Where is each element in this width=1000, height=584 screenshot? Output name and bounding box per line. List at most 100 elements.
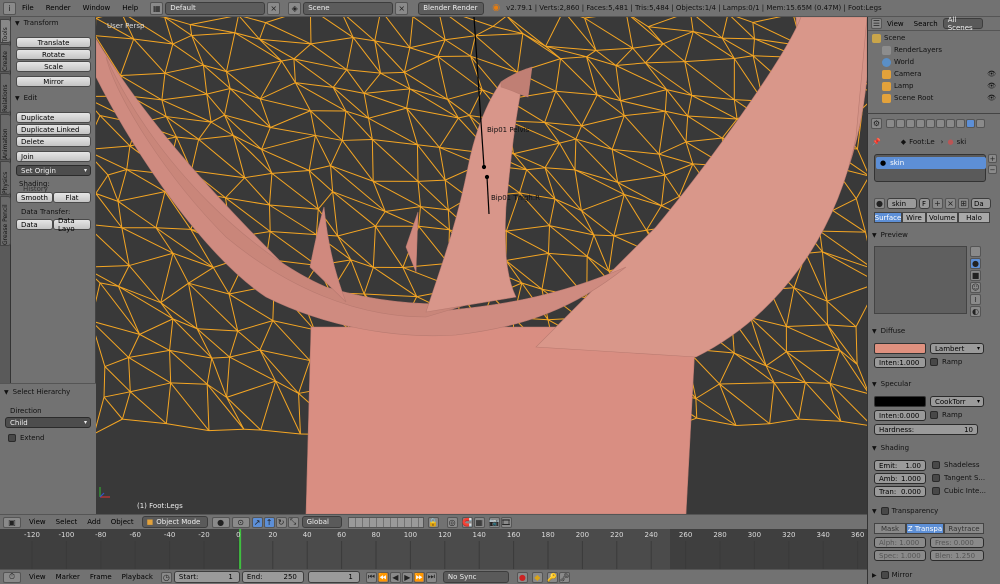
world-tab-icon[interactable] [916,118,925,128]
material-browse-icon[interactable]: ● [874,198,885,209]
diffuse-color-swatch[interactable] [874,343,926,354]
extend-checkbox[interactable] [8,434,16,442]
mirror-checkbox[interactable] [880,571,889,579]
menu-window[interactable]: Window [83,4,111,12]
sync-mode-select[interactable]: No Sync [442,571,509,583]
outliner-search-menu[interactable]: Search [914,20,938,28]
preview-panel-header[interactable]: ▼ Preview [868,229,1000,241]
mirror-panel-header[interactable]: ▶ Mirror [868,569,1000,581]
preview-monkey-icon[interactable]: ☺ [970,282,981,293]
modifiers-tab-icon[interactable] [946,118,955,128]
timeline-editor-icon[interactable]: ⏱ [3,571,21,583]
manipulator-toggle-icon[interactable]: ↗ [251,516,263,528]
outliner-view-menu[interactable]: View [887,20,904,28]
data-link-dropdown[interactable]: Da [971,198,991,209]
transparency-checkbox[interactable] [880,507,889,515]
render-layers-tab-icon[interactable] [896,118,905,128]
data-tab-icon[interactable] [956,118,965,128]
visibility-eye-icon[interactable]: 👁 [987,82,996,90]
play-reverse-icon[interactable]: ◀ [389,571,401,583]
tangent-shading-checkbox[interactable] [932,474,940,482]
jump-start-icon[interactable]: ⏮ [365,571,377,583]
render-preview-icon[interactable]: ◎ [446,516,458,528]
visibility-eye-icon[interactable]: 👁 [987,70,996,78]
fresnel-field[interactable]: Fres: 0.000 [930,537,984,548]
tab-halo[interactable]: Halo [958,212,990,223]
screen-layout-field[interactable]: Default [165,1,266,15]
close-scene-icon[interactable]: × [395,1,409,15]
material-name-field[interactable]: skin [887,198,917,209]
diffuse-ramp-checkbox[interactable] [930,358,938,366]
record-icon[interactable]: ● [516,571,528,583]
scale-button[interactable]: Scale [16,61,91,72]
set-origin-dropdown[interactable]: Set Origin ▾ [16,165,91,176]
specular-intensity-field[interactable]: Inten:0.000 [874,410,926,421]
rotate-button[interactable]: Rotate [16,49,91,60]
outliner-item-world[interactable]: World [882,56,1000,68]
preview-hair-icon[interactable]: ≀ [970,294,981,305]
tab-grease-pencil[interactable]: Grease Pencil [0,196,11,246]
hardness-field[interactable]: Hardness: 10 [874,424,978,435]
pin-icon[interactable]: 📌 [872,138,881,146]
keying-set-icon[interactable]: ◆ [531,571,543,583]
remove-slot-icon[interactable]: − [988,165,997,174]
snap-element-icon[interactable]: ▦ [473,516,485,528]
snap-toggle-icon[interactable]: 🧲 [461,516,473,528]
preview-cube-icon[interactable]: ■ [970,270,981,281]
timeline-frame-menu[interactable]: Frame [90,573,112,581]
transparency-ztransp-tab[interactable]: Z Transpa [906,523,944,534]
viewport-select-menu[interactable]: Select [56,518,78,526]
opengl-render-icon[interactable]: 📷 [488,516,500,528]
prev-keyframe-icon[interactable]: ⏪ [377,571,389,583]
material-slot-skin[interactable]: ● skin [876,157,986,169]
specular-panel-header[interactable]: ▼ Specular [868,378,1000,390]
rotate-manipulator-icon[interactable]: ↻ [275,516,287,528]
lock-layers-icon[interactable]: 🔒 [427,516,439,528]
tab-animation[interactable]: Animation [0,114,11,160]
new-material-icon[interactable]: + [932,198,943,209]
diffuse-panel-header[interactable]: ▼ Diffuse [868,325,1000,337]
unlink-material-icon[interactable]: × [945,198,956,209]
pivot-point-icon[interactable]: ⊙ [231,516,250,528]
scene-icon[interactable]: ◈ [288,1,302,15]
data-layout-button[interactable]: Data Layo [53,217,91,233]
outliner-item-camera[interactable]: Camera 👁 [882,68,1000,80]
duplicate-linked-button[interactable]: Duplicate Linked [16,124,91,135]
transparency-panel-header[interactable]: ▼ Transparency [868,505,1000,517]
translucency-field[interactable]: Tran: 0.000 [874,486,926,497]
specular-shader-dropdown[interactable]: CookTorr ▾ [930,396,984,407]
constraints-tab-icon[interactable] [936,118,945,128]
duplicate-button[interactable]: Duplicate [16,112,91,123]
alpha-field[interactable]: Alph: 1.000 [874,537,926,548]
viewport-view-menu[interactable]: View [29,518,46,526]
insert-keyframe-icon[interactable]: 🔑 [546,571,558,583]
outliner-item-lamp[interactable]: Lamp 👁 [882,80,1000,92]
ambient-field[interactable]: Amb: 1.000 [874,473,926,484]
outliner-editor-icon[interactable]: ☰ [871,18,882,29]
scale-manipulator-icon[interactable]: ⤡ [287,516,299,528]
layers-grid-icon[interactable] [347,516,424,528]
outliner-item-renderlayers[interactable]: RenderLayers [882,44,1000,56]
emit-field[interactable]: Emit: 1.00 [874,460,926,471]
fake-user-button[interactable]: F [919,198,930,209]
close-screen-icon[interactable]: × [267,1,281,15]
delete-button[interactable]: Delete [16,136,91,147]
current-frame-field[interactable]: 1 [307,571,360,583]
cubic-interpolation-checkbox[interactable] [932,487,940,495]
edit-panel-header[interactable]: ▼ Edit [11,92,96,104]
timeline-marker-menu[interactable]: Marker [56,573,80,581]
shading-panel-header[interactable]: ▼ Shading [868,442,1000,454]
mirror-button[interactable]: Mirror [16,76,91,87]
preview-sphere-icon[interactable]: ● [970,258,981,269]
render-tab-icon[interactable] [886,118,895,128]
preview-range-icon[interactable]: ◷ [160,571,172,583]
3d-viewport[interactable]: Bip01 Pelvis Bip01 Thigh.R User Persp (1… [96,17,867,514]
shadeless-checkbox[interactable] [932,461,940,469]
specular-color-swatch[interactable] [874,396,926,407]
properties-editor-icon[interactable]: ⚙ [871,117,882,129]
menu-render[interactable]: Render [46,4,71,12]
blender-info-icon[interactable]: i [3,1,16,15]
texture-tab-icon[interactable] [976,118,985,128]
end-frame-field[interactable]: End: 250 [241,571,304,583]
viewport-object-menu[interactable]: Object [111,518,134,526]
